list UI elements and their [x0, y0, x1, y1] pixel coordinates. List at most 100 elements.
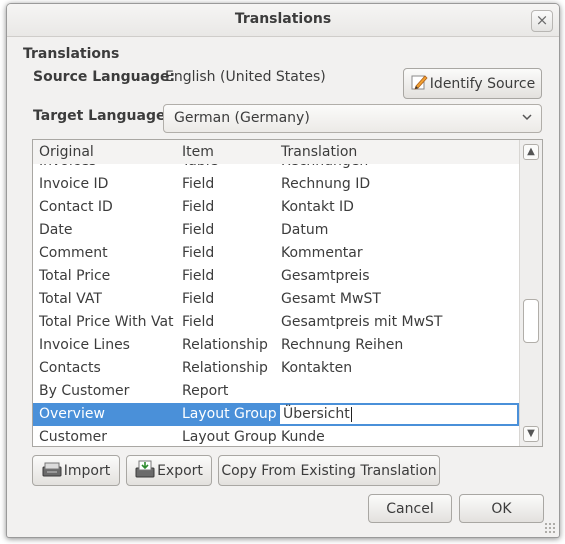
- cell-original: Date: [39, 222, 72, 238]
- export-icon: [135, 460, 155, 482]
- import-icon: [42, 461, 62, 481]
- vertical-scrollbar[interactable]: ▲ ▼: [519, 140, 542, 446]
- cell-item: Field: [182, 268, 214, 284]
- cell-item: Field: [182, 176, 214, 192]
- scroll-down-icon[interactable]: ▼: [523, 426, 539, 442]
- close-icon[interactable]: ×: [531, 10, 553, 32]
- cell-translation: Datum: [281, 222, 328, 238]
- cell-original: Total Price: [39, 268, 110, 284]
- table-row-selected[interactable]: Overview Layout Group Übersicht: [33, 403, 520, 426]
- cell-item: Report: [182, 383, 228, 399]
- cell-text: Kunde: [281, 429, 325, 445]
- table-row[interactable]: Invoices Table Rechnungen: [33, 164, 520, 173]
- cell-original: Comment: [39, 245, 108, 261]
- column-header-original[interactable]: Original: [39, 144, 94, 160]
- cell-text: By Customer: [39, 383, 130, 399]
- translation-edit-field[interactable]: Übersicht: [279, 404, 518, 425]
- cell-text: Gesamt MwST: [281, 291, 381, 307]
- cell-item: Field: [182, 314, 214, 330]
- cell-item: Field: [182, 199, 214, 215]
- cell-translation: Rechnung Reihen: [281, 337, 403, 353]
- scrollbar-thumb[interactable]: [523, 299, 539, 343]
- title-bar: Translations ×: [7, 4, 559, 37]
- text-caret: [350, 406, 352, 422]
- cell-original: Overview: [39, 406, 105, 422]
- cell-item: Layout Group: [182, 429, 277, 445]
- pencil-note-icon: [410, 73, 428, 95]
- cell-item: Table: [182, 164, 218, 169]
- cell-original: Total VAT: [39, 291, 102, 307]
- cell-item: Field: [182, 222, 214, 238]
- cell-original: Invoice Lines: [39, 337, 130, 353]
- cell-original: By Customer: [39, 383, 129, 399]
- identify-source-button[interactable]: Identify Source: [403, 68, 542, 99]
- cell-text: Rechnung ID: [281, 176, 371, 192]
- cell-text: Field: [182, 176, 215, 192]
- column-header-translation[interactable]: Translation: [281, 144, 357, 160]
- chevron-down-icon: [521, 111, 533, 126]
- table-row[interactable]: Date Field Datum: [33, 219, 520, 242]
- cell-text: Field: [182, 268, 215, 284]
- table-row[interactable]: By Customer Report: [33, 380, 520, 403]
- scroll-up-icon[interactable]: ▲: [523, 144, 539, 160]
- column-header-item[interactable]: Item: [182, 144, 214, 160]
- cell-text: Übersicht: [283, 406, 350, 422]
- cell-text: Field: [182, 291, 215, 307]
- cell-text: Total Price: [39, 268, 111, 284]
- cell-text: Layout Group: [182, 406, 277, 422]
- target-language-value: German (Germany): [174, 110, 310, 126]
- cell-translation: Gesamtpreis mit MwST: [281, 314, 442, 330]
- identify-source-label: Identify Source: [429, 75, 536, 92]
- table-row[interactable]: Comment Field Kommentar: [33, 242, 520, 265]
- cell-text: Comment: [39, 245, 108, 261]
- cell-item: Field: [182, 245, 214, 261]
- cell-text: Invoices: [39, 164, 96, 169]
- table-row[interactable]: Invoice Lines Relationship Rechnung Reihen: [33, 334, 520, 357]
- cell-translation: Gesamt MwST: [281, 291, 381, 307]
- source-language-value: English (United States): [165, 69, 326, 85]
- cell-translation: Kommentar: [281, 245, 363, 261]
- table-row[interactable]: Invoice ID Field Rechnung ID: [33, 173, 520, 196]
- ok-button[interactable]: OK: [459, 494, 544, 523]
- table-row[interactable]: Total VAT Field Gesamt MwST: [33, 288, 520, 311]
- cancel-button[interactable]: Cancel: [368, 494, 452, 523]
- table-row[interactable]: Total Price Field Gesamtpreis: [33, 265, 520, 288]
- cell-text: Overview: [39, 406, 105, 422]
- copy-from-existing-translation-button[interactable]: Copy From Existing Translation: [218, 455, 440, 486]
- cell-text: Field: [182, 245, 215, 261]
- cell-text: Report: [182, 383, 229, 399]
- cell-original: Invoices: [39, 164, 96, 169]
- table-row[interactable]: Total Price With Vat Field Gesamtpreis mit…: [33, 311, 520, 334]
- cell-text: Relationship: [182, 337, 268, 353]
- section-title: Translations: [23, 46, 120, 62]
- cell-text: Kontakt ID: [281, 199, 354, 215]
- cell-text: Kommentar: [281, 245, 363, 261]
- import-button[interactable]: Import: [32, 455, 120, 486]
- cell-text: Contacts: [39, 360, 101, 376]
- cell-text: Rechnungen: [281, 164, 368, 169]
- cell-item: Field: [182, 291, 214, 307]
- cell-text: Datum: [281, 222, 329, 238]
- cell-text: Date: [39, 222, 73, 238]
- cell-original: Contact ID: [39, 199, 113, 215]
- cell-text: Total VAT: [39, 291, 102, 307]
- resize-grip-icon[interactable]: [544, 522, 556, 534]
- target-language-select[interactable]: German (Germany): [163, 104, 542, 133]
- cell-text: Kontakten: [281, 360, 353, 376]
- cell-text: Customer: [39, 429, 108, 445]
- cell-translation: Kontakten: [281, 360, 352, 376]
- cell-item: Relationship: [182, 337, 268, 353]
- table-row[interactable]: Contact ID Field Kontakt ID: [33, 196, 520, 219]
- cell-text: Layout Group: [182, 429, 277, 445]
- table-row[interactable]: Customer Layout Group Kunde: [33, 426, 520, 446]
- target-language-label: Target Language:: [33, 108, 172, 124]
- translations-table[interactable]: Original Item Translation Invoices Table R…: [32, 139, 543, 447]
- cell-item: Relationship: [182, 360, 268, 376]
- cell-text: Table: [182, 164, 218, 169]
- cell-text: Gesamtpreis: [281, 268, 370, 284]
- import-label: Import: [63, 462, 111, 479]
- table-row[interactable]: Contacts Relationship Kontakten: [33, 357, 520, 380]
- cell-item: Layout Group: [182, 406, 277, 422]
- cell-original: Contacts: [39, 360, 101, 376]
- export-button[interactable]: Export: [126, 455, 212, 486]
